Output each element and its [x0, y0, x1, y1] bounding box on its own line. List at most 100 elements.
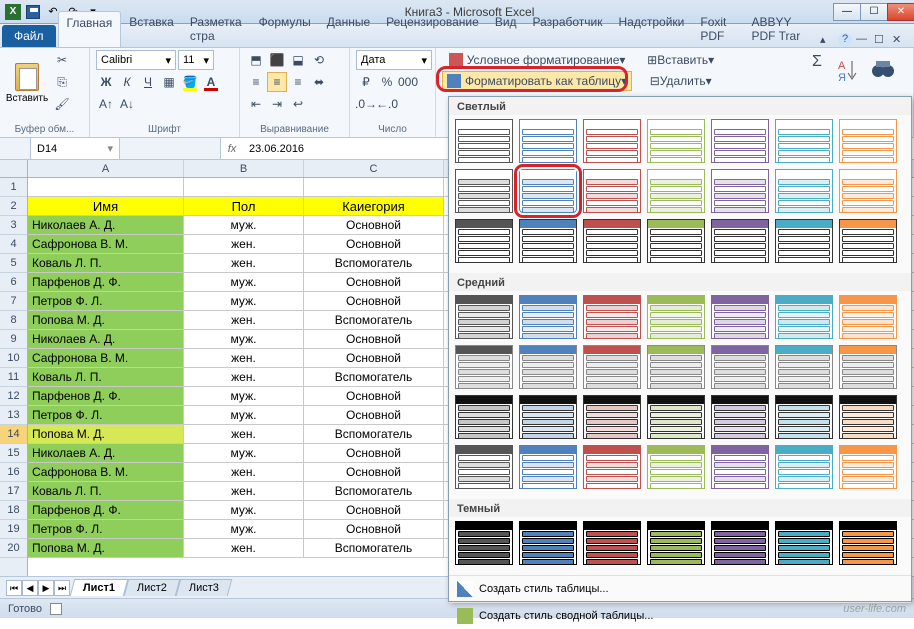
- cell[interactable]: жен.: [184, 368, 304, 386]
- cell[interactable]: жен.: [184, 539, 304, 557]
- cell[interactable]: жен.: [184, 349, 304, 367]
- cell[interactable]: Вспомогатель: [304, 482, 444, 500]
- ribbon-tab[interactable]: Рецензирование: [378, 11, 487, 47]
- cell[interactable]: Основной: [304, 520, 444, 538]
- sort-filter-button[interactable]: АЯ: [835, 50, 863, 90]
- cell[interactable]: муж.: [184, 273, 304, 291]
- cell[interactable]: Вспомогатель: [304, 368, 444, 386]
- table-style-swatch[interactable]: [455, 521, 513, 565]
- cell[interactable]: муж.: [184, 292, 304, 310]
- row-header[interactable]: 13: [0, 406, 27, 425]
- new-table-style-button[interactable]: Создать стиль таблицы...: [449, 575, 911, 602]
- cell[interactable]: Основной: [304, 330, 444, 348]
- doc-close-icon[interactable]: ✕: [892, 33, 906, 47]
- cell[interactable]: Парфенов Д. Ф.: [28, 387, 184, 405]
- cell[interactable]: Сафронова В. М.: [28, 463, 184, 481]
- table-style-swatch[interactable]: [839, 445, 897, 489]
- align-middle-button[interactable]: ⬛: [267, 50, 287, 70]
- row-header[interactable]: 17: [0, 482, 27, 501]
- save-icon[interactable]: [24, 3, 42, 21]
- cell[interactable]: Основной: [304, 387, 444, 405]
- ribbon-tab[interactable]: Разработчик: [525, 11, 611, 47]
- number-format-select[interactable]: Дата▾: [356, 50, 432, 70]
- name-box[interactable]: D14▾: [30, 138, 120, 159]
- cell[interactable]: Основной: [304, 501, 444, 519]
- table-style-swatch[interactable]: [839, 395, 897, 439]
- row-header[interactable]: 4: [0, 235, 27, 254]
- row-header[interactable]: 14: [0, 425, 27, 444]
- file-tab[interactable]: Файл: [2, 25, 56, 47]
- table-style-swatch[interactable]: [839, 119, 897, 163]
- ribbon-tab[interactable]: Foxit PDF: [692, 11, 743, 47]
- table-style-swatch[interactable]: [711, 395, 769, 439]
- excel-icon[interactable]: X: [4, 3, 22, 21]
- row-header[interactable]: 18: [0, 501, 27, 520]
- table-style-swatch[interactable]: [647, 445, 705, 489]
- align-right-button[interactable]: ≡: [288, 72, 308, 92]
- table-style-swatch[interactable]: [583, 295, 641, 339]
- cell[interactable]: жен.: [184, 482, 304, 500]
- table-style-swatch[interactable]: [711, 345, 769, 389]
- table-style-swatch[interactable]: [711, 521, 769, 565]
- align-top-button[interactable]: ⬒: [246, 50, 266, 70]
- table-style-swatch[interactable]: [647, 169, 705, 213]
- cell[interactable]: Петров Ф. Л.: [28, 292, 184, 310]
- row-header[interactable]: 19: [0, 520, 27, 539]
- table-style-swatch[interactable]: [583, 395, 641, 439]
- currency-button[interactable]: ₽: [356, 72, 376, 92]
- cell[interactable]: Николаев А. Д.: [28, 444, 184, 462]
- percent-button[interactable]: %: [377, 72, 397, 92]
- cell[interactable]: Основной: [304, 292, 444, 310]
- row-header[interactable]: 15: [0, 444, 27, 463]
- ribbon-tab[interactable]: ABBYY PDF Trar: [744, 11, 821, 47]
- row-header[interactable]: 2: [0, 197, 27, 216]
- align-left-button[interactable]: ≡: [246, 72, 266, 92]
- table-style-swatch[interactable]: [647, 219, 705, 263]
- copy-button[interactable]: ⎘: [52, 72, 72, 92]
- table-style-swatch[interactable]: [583, 169, 641, 213]
- table-style-swatch[interactable]: [455, 395, 513, 439]
- cell[interactable]: Петров Ф. Л.: [28, 520, 184, 538]
- ribbon-tab[interactable]: Разметка стра: [182, 11, 251, 47]
- cell[interactable]: муж.: [184, 330, 304, 348]
- minimize-ribbon-icon[interactable]: ▴: [820, 33, 834, 47]
- table-style-swatch[interactable]: [839, 219, 897, 263]
- cell[interactable]: Попова М. Д.: [28, 539, 184, 557]
- orientation-button[interactable]: ⟲: [309, 50, 329, 70]
- cell[interactable]: жен.: [184, 254, 304, 272]
- cell[interactable]: жен.: [184, 235, 304, 253]
- cell[interactable]: Вспомогатель: [304, 425, 444, 443]
- cell[interactable]: Основной: [304, 216, 444, 234]
- merge-button[interactable]: ⬌: [309, 72, 329, 92]
- cell[interactable]: Основной: [304, 349, 444, 367]
- table-style-swatch[interactable]: [775, 345, 833, 389]
- table-style-swatch[interactable]: [455, 445, 513, 489]
- table-style-swatch[interactable]: [583, 219, 641, 263]
- cell[interactable]: Попова М. Д.: [28, 425, 184, 443]
- cell[interactable]: Основной: [304, 273, 444, 291]
- cell[interactable]: Николаев А. Д.: [28, 216, 184, 234]
- paste-button[interactable]: Вставить: [6, 50, 48, 116]
- doc-restore-icon[interactable]: ☐: [874, 33, 888, 47]
- table-style-swatch[interactable]: [839, 169, 897, 213]
- cell[interactable]: Основной: [304, 463, 444, 481]
- cell[interactable]: Вспомогатель: [304, 539, 444, 557]
- sheet-nav-first-button[interactable]: ⏮: [6, 580, 22, 596]
- table-style-swatch[interactable]: [455, 219, 513, 263]
- table-style-swatch[interactable]: [839, 345, 897, 389]
- bold-button[interactable]: Ж: [96, 72, 116, 92]
- table-style-swatch[interactable]: [583, 345, 641, 389]
- ribbon-tab[interactable]: Главная: [58, 11, 122, 47]
- underline-button[interactable]: Ч: [138, 72, 158, 92]
- header-name[interactable]: Имя: [28, 197, 184, 215]
- col-header-c[interactable]: C: [304, 160, 444, 177]
- table-style-swatch[interactable]: [455, 345, 513, 389]
- table-style-swatch[interactable]: [647, 521, 705, 565]
- table-style-swatch[interactable]: [583, 445, 641, 489]
- ribbon-tab[interactable]: Вид: [487, 11, 525, 47]
- minimize-button[interactable]: —: [833, 3, 861, 21]
- cell[interactable]: Попова М. Д.: [28, 311, 184, 329]
- increase-decimal-button[interactable]: .0→: [356, 94, 376, 114]
- table-style-swatch[interactable]: [647, 119, 705, 163]
- font-name-select[interactable]: Calibri ▾: [96, 50, 176, 70]
